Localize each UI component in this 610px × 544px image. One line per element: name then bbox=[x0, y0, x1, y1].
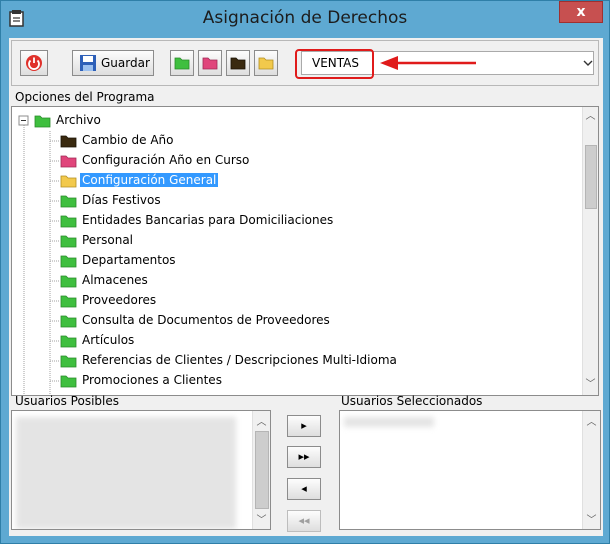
tree-item-label: Consulta de Documentos de Proveedores bbox=[82, 313, 330, 327]
tree-item-label: Personal bbox=[82, 233, 134, 247]
folder-black-button[interactable] bbox=[226, 50, 250, 76]
tree-root-archivo[interactable]: Archivo bbox=[18, 111, 218, 131]
folder-yellow-button[interactable] bbox=[254, 50, 278, 76]
floppy-disk-icon bbox=[80, 55, 96, 71]
folder-green-icon bbox=[60, 255, 77, 268]
tree-item-label: Configuración General bbox=[80, 173, 219, 187]
tree-item-label: Promociones a Clientes bbox=[82, 373, 222, 387]
add-user-button[interactable]: ▸ bbox=[287, 415, 321, 437]
tree-item[interactable]: Referencias de Clientes / Descripciones … bbox=[50, 351, 560, 371]
scroll-thumb[interactable] bbox=[255, 431, 269, 509]
tree-item[interactable]: Cambio de Año bbox=[50, 131, 560, 151]
window-title: Asignación de Derechos bbox=[202, 8, 408, 28]
toolbar: Guardar VENTAS bbox=[11, 40, 599, 86]
annotation-arrow-icon bbox=[380, 56, 476, 70]
selected-users-label: Usuarios Seleccionados bbox=[341, 394, 483, 408]
tree-item-label: Referencias de Clientes / Descripciones … bbox=[82, 353, 397, 367]
tree-root-label: Archivo bbox=[56, 113, 101, 127]
tree-item-label: Proveedores bbox=[82, 293, 157, 307]
selected-users-list[interactable]: ︿ ﹀ bbox=[339, 410, 601, 530]
save-label: Guardar bbox=[101, 56, 150, 70]
folder-green-icon bbox=[60, 235, 77, 248]
annotation-highlight-box bbox=[295, 49, 374, 79]
tree-item[interactable]: Promociones a Clientes bbox=[50, 371, 560, 391]
power-button[interactable] bbox=[20, 50, 48, 76]
tree-item-label: Departamentos bbox=[82, 253, 176, 267]
title-bar[interactable]: Asignación de Derechos x bbox=[1, 1, 609, 35]
scroll-thumb[interactable] bbox=[585, 145, 597, 209]
scroll-down-icon[interactable]: ﹀ bbox=[583, 511, 600, 528]
folder-green-icon bbox=[60, 355, 77, 368]
folder-green-icon bbox=[60, 375, 77, 388]
tree-item[interactable]: Personal bbox=[50, 231, 560, 251]
redacted-users bbox=[16, 417, 236, 529]
folder-green-icon bbox=[60, 295, 77, 308]
folder-green-icon bbox=[60, 195, 77, 208]
possible-users-scrollbar[interactable]: ︿ ﹀ bbox=[252, 411, 270, 529]
folder-green-icon bbox=[174, 57, 190, 70]
folder-yellow-icon bbox=[60, 175, 77, 188]
save-button[interactable]: Guardar bbox=[72, 50, 154, 76]
folder-red-icon bbox=[202, 57, 218, 70]
tree-item[interactable]: Proveedores bbox=[50, 291, 560, 311]
folder-red-button[interactable] bbox=[198, 50, 222, 76]
tree-item[interactable]: Días Festivos bbox=[50, 191, 560, 211]
power-icon bbox=[26, 55, 42, 71]
tree-item-label: Almacenes bbox=[82, 273, 148, 287]
folder-black-icon bbox=[60, 135, 77, 148]
close-button[interactable]: x bbox=[559, 1, 603, 23]
tree-item[interactable]: Entidades Bancarias para Domiciliaciones bbox=[50, 211, 560, 231]
scroll-down-icon[interactable]: ﹀ bbox=[583, 375, 598, 392]
folder-green-icon bbox=[60, 315, 77, 328]
scroll-up-icon[interactable]: ︿ bbox=[583, 107, 598, 124]
tree-item-label: Entidades Bancarias para Domiciliaciones bbox=[82, 213, 334, 227]
tree-item[interactable]: Configuración General bbox=[50, 171, 560, 191]
possible-users-list[interactable]: ︿ ﹀ bbox=[11, 410, 271, 530]
folder-green-icon bbox=[60, 215, 77, 228]
chevron-down-icon[interactable] bbox=[582, 57, 594, 69]
scroll-up-icon[interactable]: ︿ bbox=[583, 413, 600, 430]
remove-user-button[interactable]: ◂ bbox=[287, 478, 321, 500]
client-area: Guardar VENTAS Opciones del Programa Arc… bbox=[9, 38, 603, 536]
folder-yellow-icon bbox=[258, 57, 274, 70]
tree-item-label: Artículos bbox=[82, 333, 135, 347]
redacted-selected-user bbox=[344, 417, 434, 427]
tree-item-label: Configuración Año en Curso bbox=[82, 153, 250, 167]
tree-item-label: Cambio de Año bbox=[82, 133, 174, 147]
collapse-icon[interactable] bbox=[18, 115, 30, 127]
scroll-down-icon[interactable]: ﹀ bbox=[253, 511, 270, 528]
tree-item[interactable]: Consulta de Documentos de Proveedores bbox=[50, 311, 560, 331]
window: Asignación de Derechos x Guardar VENTAS … bbox=[0, 0, 610, 544]
tree-item[interactable]: Artículos bbox=[50, 331, 560, 351]
scroll-up-icon[interactable]: ︿ bbox=[253, 413, 270, 430]
folder-red-icon bbox=[60, 155, 77, 168]
folder-green-icon bbox=[60, 275, 77, 288]
tree-item[interactable]: Configuración Año en Curso bbox=[50, 151, 560, 171]
possible-users-label: Usuarios Posibles bbox=[15, 394, 119, 408]
tree-item[interactable]: Departamentos bbox=[50, 251, 560, 271]
add-all-users-button[interactable]: ▸▸ bbox=[287, 446, 321, 468]
program-options-tree[interactable]: Archivo Cambio de Año Configuración Año e… bbox=[11, 106, 599, 396]
selected-users-scrollbar[interactable]: ︿ ﹀ bbox=[582, 411, 600, 529]
folder-green-icon bbox=[34, 115, 51, 128]
folder-green-icon bbox=[60, 335, 77, 348]
remove-all-users-button[interactable]: ◂◂ bbox=[287, 510, 321, 532]
program-options-label: Opciones del Programa bbox=[15, 90, 155, 104]
tree-item[interactable]: Almacenes bbox=[50, 271, 560, 291]
tree-item-label: Días Festivos bbox=[82, 193, 161, 207]
folder-green-button[interactable] bbox=[170, 50, 194, 76]
tree-scrollbar[interactable]: ︿ ﹀ bbox=[582, 107, 598, 395]
folder-black-icon bbox=[230, 57, 246, 70]
